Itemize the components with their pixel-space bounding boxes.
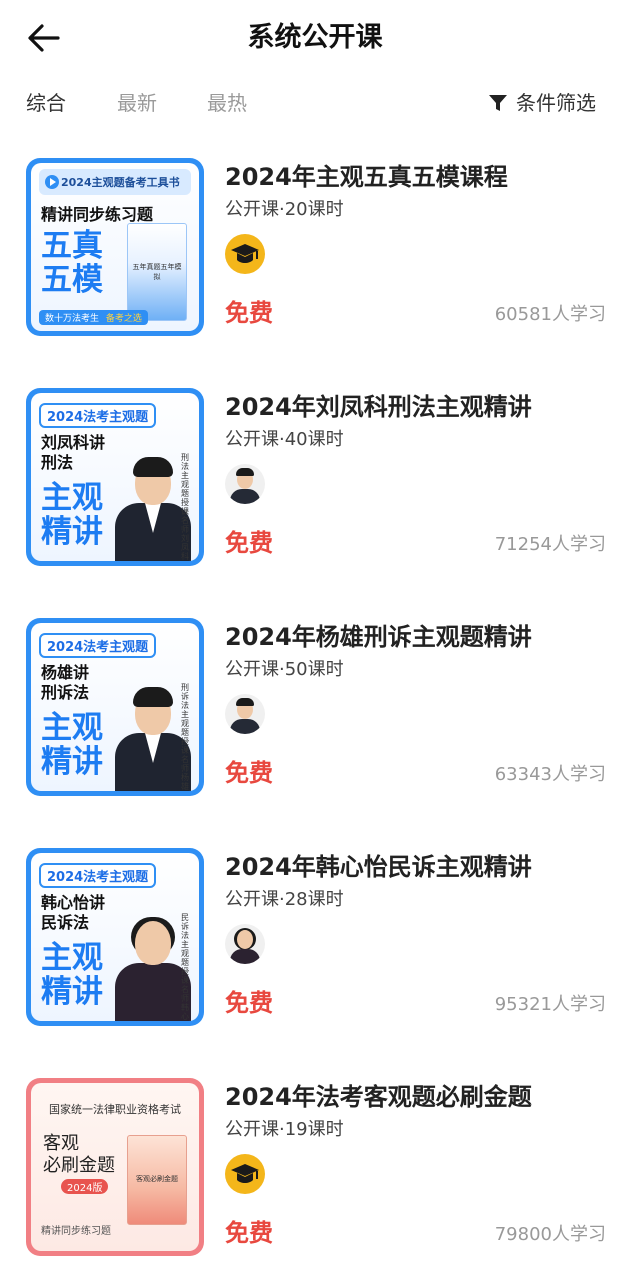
- book-image: 客观必刷金题: [127, 1135, 187, 1225]
- graduation-cap-icon: [231, 244, 259, 263]
- course-title[interactable]: 2024年主观五真五模课程: [225, 160, 508, 194]
- course-item[interactable]: 2024法考主观题 刘凤科讲 刑法 主观 精讲 刑法主观题授课名师刘凤科 202…: [0, 378, 630, 568]
- cover-headline: 主观 精讲: [41, 940, 103, 1010]
- course-info: 2024年主观五真五模课程 公开课·20课时 免费 60581人学习: [225, 160, 606, 338]
- cover-footer: 数十万法考生 备考之选: [39, 310, 148, 325]
- cover-footer-right: 备考之选: [105, 314, 142, 324]
- avatar: [225, 694, 265, 734]
- cover-subtitle: 韩心怡讲 民诉法: [41, 893, 106, 932]
- play-icon: [45, 175, 59, 189]
- course-cover[interactable]: 2024法考主观题 杨雄讲 刑诉法 主观 精讲 刑诉法主观题授课名师杨雄: [26, 618, 204, 796]
- course-info: 2024年法考客观题必刷金题 公开课·19课时 免费 79800人学习: [225, 1080, 606, 1258]
- cover-tag: 2024法考主观题: [39, 633, 157, 658]
- cover-headline: 五真 五模: [41, 228, 103, 298]
- cover-banner: 2024主观题备考工具书: [39, 169, 191, 195]
- sort-filter-bar: 综合 最新 最热 条件筛选: [0, 80, 630, 126]
- year-badge: 2024版: [61, 1179, 109, 1194]
- course-info: 2024年刘凤科刑法主观精讲 公开课·40课时 免费 71254人学习: [225, 390, 606, 568]
- cover-exam-title: 国家统一法律职业资格考试: [49, 1103, 181, 1116]
- course-item[interactable]: 国家统一法律职业资格考试 客观 必刷金题 2024版 客观必刷金题 精讲同步练习…: [0, 1068, 630, 1258]
- cover-tag: 2024法考主观题: [39, 863, 157, 888]
- cover-banner-text: 2024主观题备考工具书: [61, 176, 180, 189]
- app-header: 系统公开课: [0, 0, 630, 76]
- course-item[interactable]: 2024主观题备考工具书 精讲同步练习题 五真 五模 五年真题五年模拟 数十万法…: [0, 148, 630, 338]
- course-title[interactable]: 2024年韩心怡民诉主观精讲: [225, 850, 532, 884]
- book-image: 五年真题五年模拟: [127, 223, 187, 321]
- cover-headline: 主观 精讲: [41, 710, 103, 780]
- course-title[interactable]: 2024年法考客观题必刷金题: [225, 1080, 532, 1114]
- learner-count: 63343人学习: [494, 764, 606, 785]
- avatar: [225, 924, 265, 964]
- course-meta: 公开课·20课时: [225, 199, 344, 220]
- book-caption: 客观必刷金题: [136, 1175, 178, 1183]
- cover-headline: 客观 必刷金题: [43, 1133, 115, 1176]
- tab-latest[interactable]: 最新: [117, 88, 157, 118]
- course-title[interactable]: 2024年杨雄刑诉主观题精讲: [225, 620, 532, 654]
- course-cover[interactable]: 2024法考主观题 刘凤科讲 刑法 主观 精讲 刑法主观题授课名师刘凤科: [26, 388, 204, 566]
- avatar: [225, 234, 265, 274]
- book-caption: 五年真题五年模拟: [132, 263, 182, 281]
- learner-count: 71254人学习: [494, 534, 606, 555]
- course-item[interactable]: 2024法考主观题 韩心怡讲 民诉法 主观 精讲 民诉法主观题授课名师韩心怡 2…: [0, 838, 630, 1028]
- funnel-icon: [489, 95, 507, 111]
- course-meta: 公开课·19课时: [225, 1119, 344, 1140]
- cover-headline: 主观 精讲: [41, 480, 103, 550]
- cover-subtitle: 刘凤科讲 刑法: [41, 433, 106, 472]
- tab-hottest[interactable]: 最热: [207, 88, 247, 118]
- cover-side-text: 民诉法主观题授课名师韩心怡: [181, 913, 189, 1021]
- filter-label: 条件筛选: [516, 91, 596, 115]
- cover-footer-left: 数十万法考生: [45, 314, 100, 324]
- graduation-cap-icon: [231, 1164, 259, 1183]
- avatar: [225, 464, 265, 504]
- price: 免费: [225, 759, 273, 787]
- cover-tag: 2024法考主观题: [39, 403, 157, 428]
- course-title[interactable]: 2024年刘凤科刑法主观精讲: [225, 390, 532, 424]
- learner-count: 79800人学习: [494, 1224, 606, 1245]
- page-title: 系统公开课: [247, 22, 383, 53]
- condition-filter-button[interactable]: 条件筛选: [488, 88, 596, 118]
- course-info: 2024年韩心怡民诉主观精讲 公开课·28课时 免费 95321人学习: [225, 850, 606, 1028]
- price: 免费: [225, 529, 273, 557]
- course-info: 2024年杨雄刑诉主观题精讲 公开课·50课时 免费 63343人学习: [225, 620, 606, 798]
- cover-side-text: 刑法主观题授课名师刘凤科: [181, 453, 189, 561]
- cover-subtitle: 杨雄讲 刑诉法: [41, 663, 90, 702]
- course-cover[interactable]: 2024主观题备考工具书 精讲同步练习题 五真 五模 五年真题五年模拟 数十万法…: [26, 158, 204, 336]
- avatar: [225, 1154, 265, 1194]
- course-meta: 公开课·28课时: [225, 889, 344, 910]
- course-meta: 公开课·50课时: [225, 659, 344, 680]
- course-meta: 公开课·40课时: [225, 429, 344, 450]
- course-item[interactable]: 2024法考主观题 杨雄讲 刑诉法 主观 精讲 刑诉法主观题授课名师杨雄 202…: [0, 608, 630, 798]
- cover-side-text: 刑诉法主观题授课名师杨雄: [181, 683, 189, 791]
- cover-subtitle: 精讲同步练习题: [41, 205, 154, 224]
- learner-count: 60581人学习: [494, 304, 606, 325]
- course-cover[interactable]: 国家统一法律职业资格考试 客观 必刷金题 2024版 客观必刷金题 精讲同步练习…: [26, 1078, 204, 1256]
- price: 免费: [225, 989, 273, 1017]
- cover-footer: 精讲同步练习题: [41, 1226, 111, 1237]
- price: 免费: [225, 299, 273, 327]
- tab-comprehensive[interactable]: 综合: [26, 88, 66, 118]
- learner-count: 95321人学习: [494, 994, 606, 1015]
- course-cover[interactable]: 2024法考主观题 韩心怡讲 民诉法 主观 精讲 民诉法主观题授课名师韩心怡: [26, 848, 204, 1026]
- price: 免费: [225, 1219, 273, 1247]
